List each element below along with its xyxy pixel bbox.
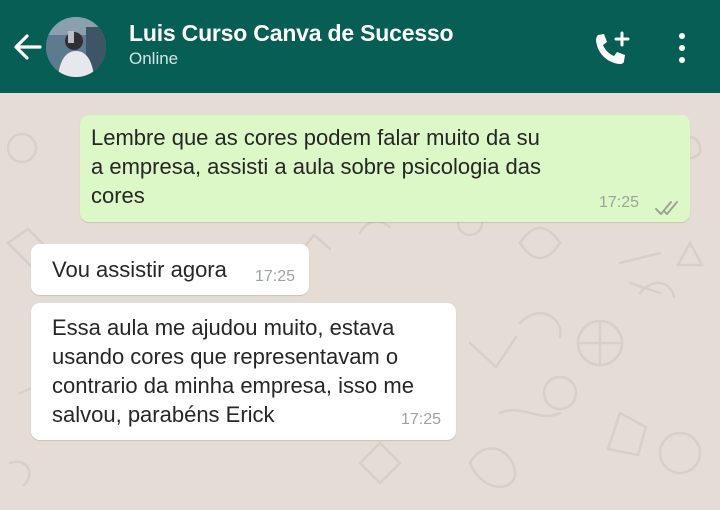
message-time: 17:25 xyxy=(599,194,640,211)
contact-photo xyxy=(46,17,106,77)
arrow-left-icon[interactable] xyxy=(10,30,44,64)
message-outgoing[interactable]: Lembre que as cores podem falar muito da… xyxy=(80,115,690,222)
more-vertical-icon[interactable] xyxy=(670,30,694,66)
message-incoming[interactable]: Vou assistir agora 17:25 xyxy=(31,244,309,295)
message-time: 17:25 xyxy=(401,411,442,428)
contact-name[interactable]: Luis Curso Canva de Sucesso xyxy=(129,20,454,47)
message-time: 17:25 xyxy=(255,268,296,285)
avatar[interactable] xyxy=(46,17,106,77)
add-call-icon[interactable] xyxy=(592,30,630,68)
message-text: Essa aula me ajudou muito, estava usando… xyxy=(52,315,414,427)
contact-status: Online xyxy=(129,49,179,68)
chat-header: Luis Curso Canva de Sucesso Online xyxy=(0,0,720,93)
conversation-area[interactable]: Lembre que as cores podem falar muito da… xyxy=(0,93,720,510)
message-text: Lembre que as cores podem falar muito da… xyxy=(91,125,542,208)
message-text: Vou assistir agora xyxy=(52,257,227,282)
message-incoming[interactable]: Essa aula me ajudou muito, estava usando… xyxy=(31,303,456,440)
double-check-icon xyxy=(655,201,678,215)
